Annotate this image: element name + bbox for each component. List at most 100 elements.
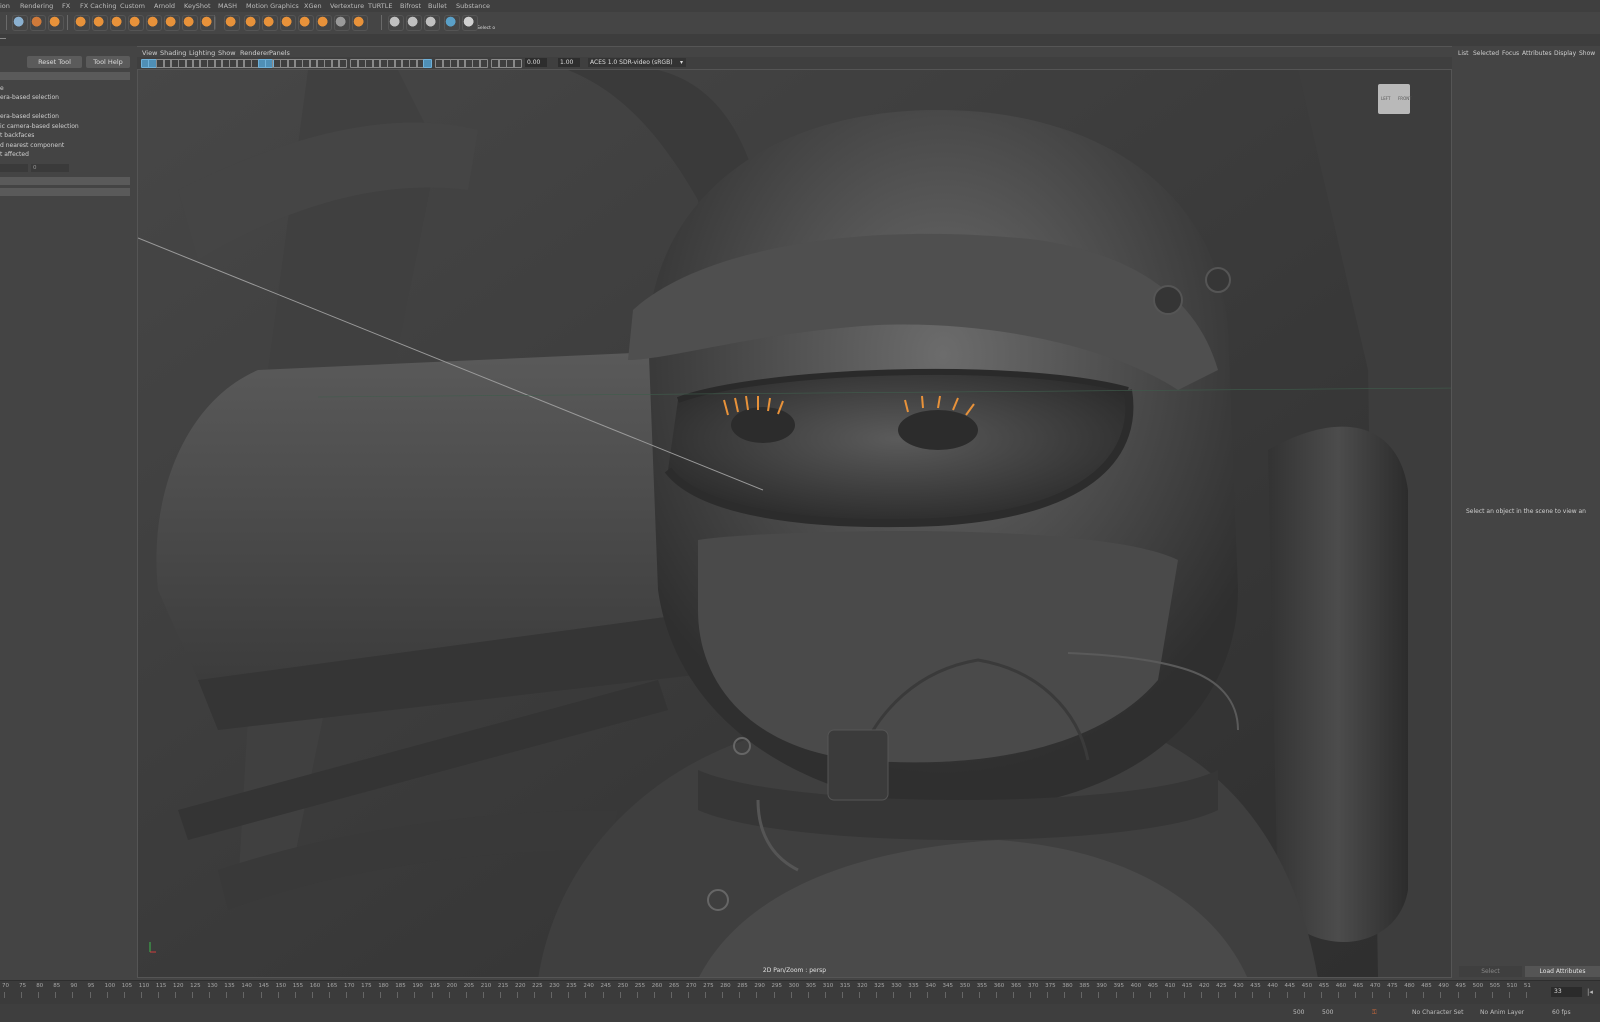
fps-dropdown[interactable]: 60 fps: [1552, 1009, 1571, 1016]
sphere-icon[interactable]: [352, 15, 368, 31]
color-space-dropdown[interactable]: ACES 1.0 SDR-video (sRGB) ▾: [588, 58, 686, 67]
select-icon[interactable]: [316, 15, 332, 31]
menu-item[interactable]: Substance: [456, 2, 490, 10]
frame-tick: [1132, 992, 1134, 998]
frame-tick-label: 190: [412, 983, 423, 989]
menu-item[interactable]: FX: [62, 2, 70, 10]
mash-icon[interactable]: [128, 15, 144, 31]
section-header-bar[interactable]: [0, 72, 130, 80]
deform-icon[interactable]: [110, 15, 126, 31]
frame-tick-label: 310: [822, 983, 834, 989]
tab-selected[interactable]: Selected: [1473, 50, 1499, 57]
bend-icon[interactable]: [182, 15, 198, 31]
tab-attributes[interactable]: Attributes: [1522, 50, 1552, 57]
view-cube[interactable]: LEFT FRONT: [1378, 84, 1412, 114]
section-header-bar[interactable]: [0, 177, 130, 185]
select-button[interactable]: Select: [1459, 966, 1522, 977]
menu-item[interactable]: Rendering: [20, 2, 53, 10]
option-label[interactable]: era-based selection: [0, 94, 59, 101]
viewport-menu-panels[interactable]: Panels: [269, 49, 290, 57]
frame-tick: [175, 992, 176, 998]
tool-help-button[interactable]: Tool Help: [86, 56, 130, 68]
view-cube-front-face[interactable]: FRONT: [1398, 96, 1412, 101]
menu-item[interactable]: ion: [0, 2, 10, 10]
menu-item[interactable]: Arnold: [154, 2, 175, 10]
menu-item[interactable]: Vertexture: [330, 2, 364, 10]
fluid-icon[interactable]: [444, 15, 460, 31]
load-attributes-button[interactable]: Load Attributes: [1525, 966, 1600, 977]
frame-tick: [346, 992, 347, 998]
gate-mask-icon[interactable]: [423, 59, 433, 68]
section-header-bar[interactable]: [0, 188, 130, 196]
viewport-menu-lighting[interactable]: Lighting: [189, 49, 215, 57]
option-label[interactable]: t backfaces: [0, 132, 34, 139]
menu-item[interactable]: TURTLE: [368, 2, 392, 10]
menu-item[interactable]: FX Caching: [80, 2, 117, 10]
option-label[interactable]: t affected: [0, 151, 29, 158]
tab-display[interactable]: Display: [1554, 50, 1576, 57]
go-to-start-icon[interactable]: |◂: [1587, 988, 1593, 996]
frame-tick: [1440, 992, 1442, 998]
anim-layer-dropdown[interactable]: No Anim Layer: [1480, 1009, 1524, 1016]
smooth-shade-icon[interactable]: [478, 59, 488, 68]
particle-icon[interactable]: [146, 15, 162, 31]
option-label[interactable]: d nearest component: [0, 142, 64, 149]
cube-icon[interactable]: [74, 15, 90, 31]
lattice-icon[interactable]: [200, 15, 216, 31]
tab-show[interactable]: Show: [1579, 50, 1595, 57]
character-set-dropdown[interactable]: No Character Set: [1412, 1009, 1463, 1016]
tab-list[interactable]: List: [1458, 50, 1469, 57]
option-label[interactable]: era-based selection: [0, 113, 59, 120]
menu-item[interactable]: Motion Graphics: [246, 2, 299, 10]
lasso-icon[interactable]: [30, 15, 46, 31]
frame-tick: [688, 992, 689, 998]
transform-icon[interactable]: [262, 15, 278, 31]
frame-tick: [1372, 992, 1373, 998]
grid-icon[interactable]: [244, 15, 260, 31]
range-start-field[interactable]: 500: [1293, 1009, 1304, 1016]
exposure-field[interactable]: 0.00: [525, 58, 547, 67]
option-label[interactable]: ic camera-based selection: [0, 123, 79, 130]
menu-item[interactable]: XGen: [304, 2, 322, 10]
frame-tick: [106, 992, 108, 998]
deform-icon[interactable]: [388, 15, 404, 31]
menu-item[interactable]: Bullet: [428, 2, 447, 10]
time-slider[interactable]: 33 |◂ 70 75 80 85 90 95 100 105 110 115 120 125 130 1…: [0, 980, 1600, 1005]
numeric-field[interactable]: 0: [31, 164, 69, 172]
frame-tick: [1166, 992, 1168, 998]
viewport-menu-renderer[interactable]: Renderer: [240, 49, 270, 57]
shadows-icon[interactable]: [512, 59, 522, 68]
mash-icon[interactable]: [406, 15, 422, 31]
rotate-tool-icon[interactable]: [12, 15, 28, 31]
viewport-menu-shading[interactable]: Shading: [160, 49, 186, 57]
frame-tick-label: 265: [668, 983, 680, 989]
reset-tool-button[interactable]: Reset Tool: [27, 56, 82, 68]
bend-icon[interactable]: [462, 15, 478, 31]
menu-item[interactable]: KeyShot: [184, 2, 211, 10]
rotate-tool-icon[interactable]: [280, 15, 296, 31]
lasso-icon[interactable]: [298, 15, 314, 31]
viewport-menu-show[interactable]: Show: [218, 49, 236, 57]
current-frame-field[interactable]: 33: [1551, 987, 1582, 997]
viewport-menu-view[interactable]: View: [142, 49, 157, 57]
auto-key-icon[interactable]: ⚿: [1372, 1009, 1377, 1017]
fluid-icon[interactable]: [164, 15, 180, 31]
cube-icon[interactable]: [334, 15, 350, 31]
gamma-field[interactable]: 1.00: [558, 58, 580, 67]
frame-tick-label: 375: [1045, 983, 1056, 989]
menu-item[interactable]: MASH: [218, 2, 237, 10]
view-cube-left-face[interactable]: LEFT: [1381, 96, 1390, 101]
numeric-field[interactable]: [0, 164, 28, 172]
backface-icon[interactable]: [338, 59, 348, 68]
sculpt-icon[interactable]: [224, 15, 240, 31]
menu-item[interactable]: Bifrost: [400, 2, 421, 10]
collapse-icon[interactable]: [0, 38, 6, 39]
menu-item[interactable]: Custom: [120, 2, 145, 10]
select-icon[interactable]: [48, 15, 64, 31]
range-end-field[interactable]: 500: [1322, 1009, 1333, 1016]
3d-viewport[interactable]: LEFT FRONT 2D Pan/Zoom : persp: [137, 69, 1452, 978]
sphere-icon[interactable]: [92, 15, 108, 31]
tab-focus[interactable]: Focus: [1502, 50, 1519, 57]
particle-icon[interactable]: [424, 15, 440, 31]
frame-tick: [653, 992, 655, 998]
